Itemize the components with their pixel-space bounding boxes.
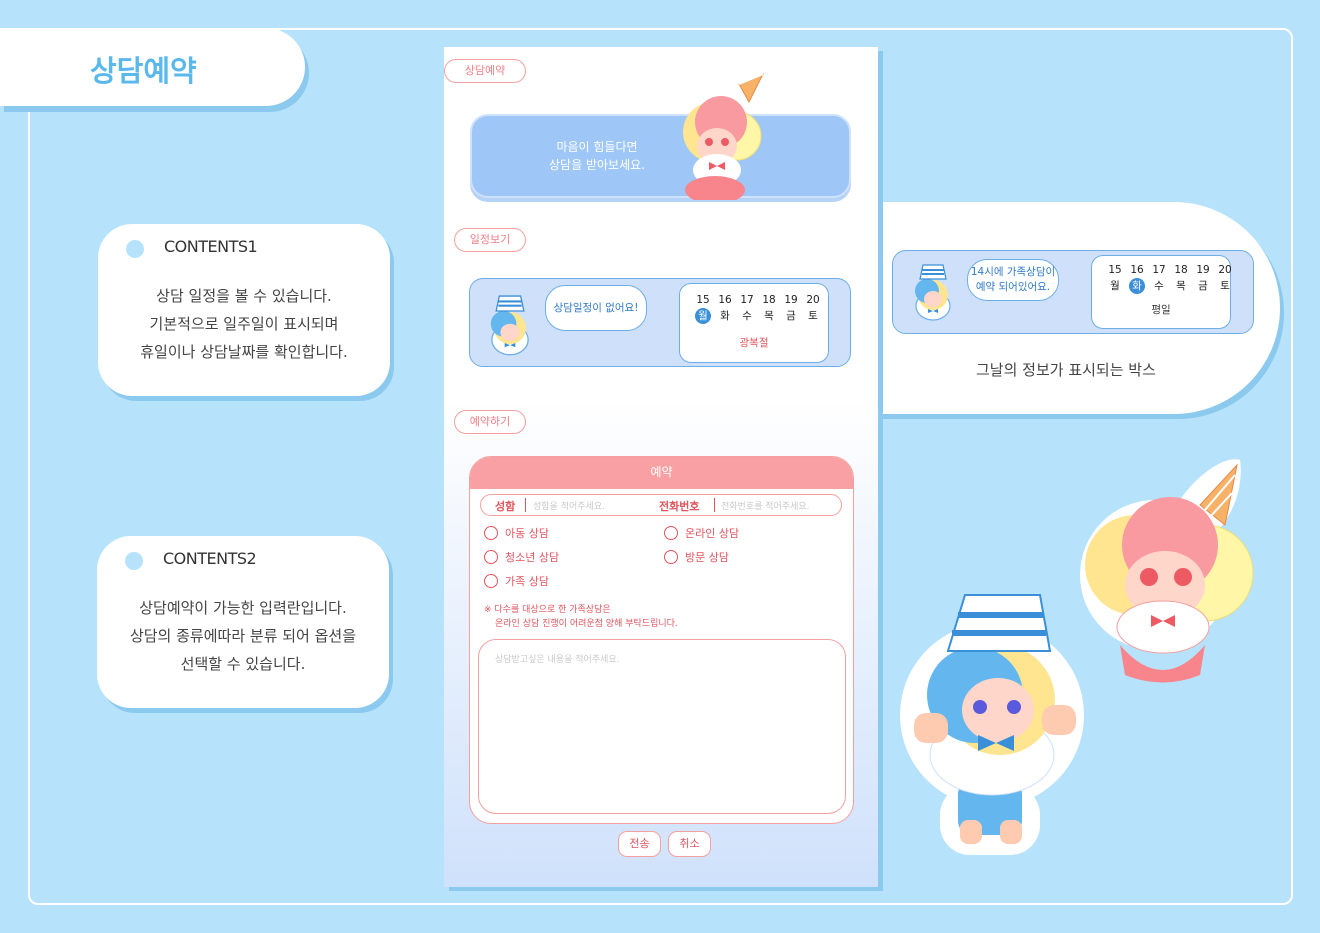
option-family-counseling[interactable]: 가족 상담: [484, 573, 549, 589]
bubble-line: 14시에 가족상담이: [970, 266, 1056, 278]
form-header: 예약: [470, 457, 853, 489]
mascot-pink-icon: [683, 73, 765, 200]
divider: [714, 498, 715, 512]
mascot-pink-large-icon: [1080, 459, 1254, 683]
calendar-dates-row: 15 16 17 18 19 20: [1104, 264, 1236, 276]
calendar-day[interactable]: 목: [1170, 278, 1192, 294]
calendar-day[interactable]: 토: [1214, 278, 1236, 294]
calendar-date[interactable]: 20: [802, 294, 824, 306]
calendar-days-row: 월 화 수 목 금 토: [1104, 278, 1236, 294]
calendar-date[interactable]: 18: [758, 294, 780, 306]
cancel-button[interactable]: 취소: [668, 831, 711, 857]
calendar-day-selected[interactable]: 화: [1129, 278, 1145, 294]
banner-line: 마음이 힘들다면: [556, 140, 638, 154]
day-info-panel: 14시에 가족상담이 예약 되어있어요. 15 16 17 18 19 20 월…: [870, 202, 1280, 414]
calendar-note: 평일: [1151, 304, 1171, 316]
name-input[interactable]: 성함을 적어주세요.: [533, 499, 605, 512]
page-title: 상담예약: [90, 54, 197, 88]
section-label-book: 예약하기: [454, 410, 526, 434]
schedule-bubble: 상담일정이 없어요!: [545, 285, 647, 331]
radio-icon[interactable]: [484, 574, 498, 588]
contents1-line: 휴일이나 상담날짜를 확인합니다.: [140, 343, 348, 361]
option-visit-counseling[interactable]: 방문 상담: [664, 549, 729, 565]
option-child-counseling[interactable]: 아동 상담: [484, 525, 549, 541]
calendar-day-selected[interactable]: 월: [695, 308, 711, 324]
contents2-line: 상담의 종류에따라 분류 되어 옵션을: [129, 627, 357, 645]
calendar-date[interactable]: 15: [692, 294, 714, 306]
page-title-pill: 상담예약: [0, 28, 305, 106]
calendar-day[interactable]: 수: [736, 308, 758, 324]
schedule-box: 상담일정이 없어요! 15 16 17 18 19 20 월 화 수 목 금 토…: [469, 278, 851, 367]
calendar-day[interactable]: 화: [714, 308, 736, 324]
mascot-blue-large-icon: [900, 594, 1084, 855]
option-label: 청소년 상담: [505, 551, 560, 564]
contents1-body: 상담 일정을 볼 수 있습니다. 기본적으로 일주일이 표시되며 휴일이나 상담…: [98, 282, 390, 366]
reservation-form: 예약 성함 성함을 적어주세요. 전화번호 전화번호를 적어주세요. 아동 상담…: [469, 456, 854, 824]
phone-mockup: 상담예약 마음이 힘들다면 상담을 받아보세요. 일정보기 상담일정이 없어요!…: [444, 47, 878, 887]
day-info-box: 14시에 가족상담이 예약 되어있어요. 15 16 17 18 19 20 월…: [892, 250, 1254, 334]
calendar-date[interactable]: 19: [1192, 264, 1214, 276]
calendar-day[interactable]: 토: [802, 308, 824, 324]
hero-banner: 마음이 힘들다면 상담을 받아보세요.: [470, 73, 851, 200]
calendar-day[interactable]: 월: [1104, 278, 1126, 294]
option-youth-counseling[interactable]: 청소년 상담: [484, 549, 559, 565]
family-warning: ※ 다수를 대상으로 한 가족상담은 온라인 상담 진행이 어려운점 양해 부탁…: [484, 603, 678, 631]
divider: [525, 498, 526, 512]
option-label: 방문 상담: [685, 551, 729, 564]
contents2-line: 선택할 수 있습니다.: [180, 655, 306, 673]
section-label-reservation: 상담예약: [444, 59, 526, 83]
contents2-body: 상담예약이 가능한 입력란입니다. 상담의 종류에따라 분류 되어 옵션을 선택…: [97, 594, 389, 678]
calendar-day[interactable]: 금: [780, 308, 802, 324]
day-info-caption: 그날의 정보가 표시되는 박스: [976, 361, 1156, 379]
day-info-bubble: 14시에 가족상담이 예약 되어있어요.: [967, 259, 1059, 301]
contents1-heading: CONTENTS1: [164, 237, 258, 256]
calendar-note: 광복절: [739, 337, 769, 349]
contents1-card: CONTENTS1 상담 일정을 볼 수 있습니다. 기본적으로 일주일이 표시…: [98, 224, 390, 396]
calendar-date[interactable]: 19: [780, 294, 802, 306]
bubble-line: 예약 되어있어요.: [975, 281, 1051, 293]
radio-icon[interactable]: [484, 526, 498, 540]
radio-icon[interactable]: [484, 550, 498, 564]
phone-input[interactable]: 전화번호를 적어주세요.: [721, 499, 810, 512]
radio-icon[interactable]: [664, 526, 678, 540]
option-label: 가족 상담: [505, 575, 549, 588]
banner-line: 상담을 받아보세요.: [549, 158, 645, 172]
calendar-day[interactable]: 수: [1148, 278, 1170, 294]
contents2-card: CONTENTS2 상담예약이 가능한 입력란입니다. 상담의 종류에따라 분류…: [97, 536, 389, 708]
calendar-date[interactable]: 15: [1104, 264, 1126, 276]
calendar-date[interactable]: 20: [1214, 264, 1236, 276]
contents2-heading: CONTENTS2: [163, 549, 257, 568]
contents1-line: 기본적으로 일주일이 표시되며: [149, 315, 339, 333]
calendar-date[interactable]: 16: [714, 294, 736, 306]
calendar-dates-row: 15 16 17 18 19 20: [692, 294, 824, 306]
day-info-calendar: 15 16 17 18 19 20 월 화 수 목 금 토 평일: [1091, 255, 1232, 329]
calendar-date[interactable]: 17: [736, 294, 758, 306]
bullet-dot-icon: [126, 240, 144, 258]
schedule-calendar: 15 16 17 18 19 20 월 화 수 목 금 토 광복절: [679, 283, 829, 363]
bullet-dot-icon: [125, 552, 143, 570]
calendar-date[interactable]: 18: [1170, 264, 1192, 276]
mascot-blue-icon: [915, 264, 951, 321]
option-online-counseling[interactable]: 온라인 상담: [664, 525, 739, 541]
option-label: 온라인 상담: [685, 527, 740, 540]
contents2-line: 상담예약이 가능한 입력란입니다.: [139, 599, 347, 617]
calendar-day[interactable]: 금: [1192, 278, 1214, 294]
mascot-blue-icon: [490, 295, 529, 356]
warning-line: 온라인 상담 진행이 어려운점 양해 부탁드립니다.: [495, 619, 678, 629]
calendar-date[interactable]: 16: [1126, 264, 1148, 276]
calendar-date[interactable]: 17: [1148, 264, 1170, 276]
calendar-day[interactable]: 목: [758, 308, 780, 324]
contents1-line: 상담 일정을 볼 수 있습니다.: [156, 287, 332, 305]
name-phone-field: 성함 성함을 적어주세요. 전화번호 전화번호를 적어주세요.: [480, 494, 842, 516]
phone-label: 전화번호: [659, 500, 700, 513]
warning-line: ※ 다수를 대상으로 한 가족상담은: [484, 605, 611, 615]
calendar-days-row: 월 화 수 목 금 토: [692, 308, 824, 324]
option-label: 아동 상담: [505, 527, 549, 540]
name-label: 성함: [495, 500, 516, 513]
submit-button[interactable]: 전송: [618, 831, 661, 857]
section-label-schedule: 일정보기: [454, 228, 526, 252]
radio-icon[interactable]: [664, 550, 678, 564]
counseling-content-textarea[interactable]: 상담받고싶은 내용을 적어주세요.: [478, 639, 846, 814]
banner-text: 마음이 힘들다면 상담을 받아보세요.: [512, 138, 682, 174]
